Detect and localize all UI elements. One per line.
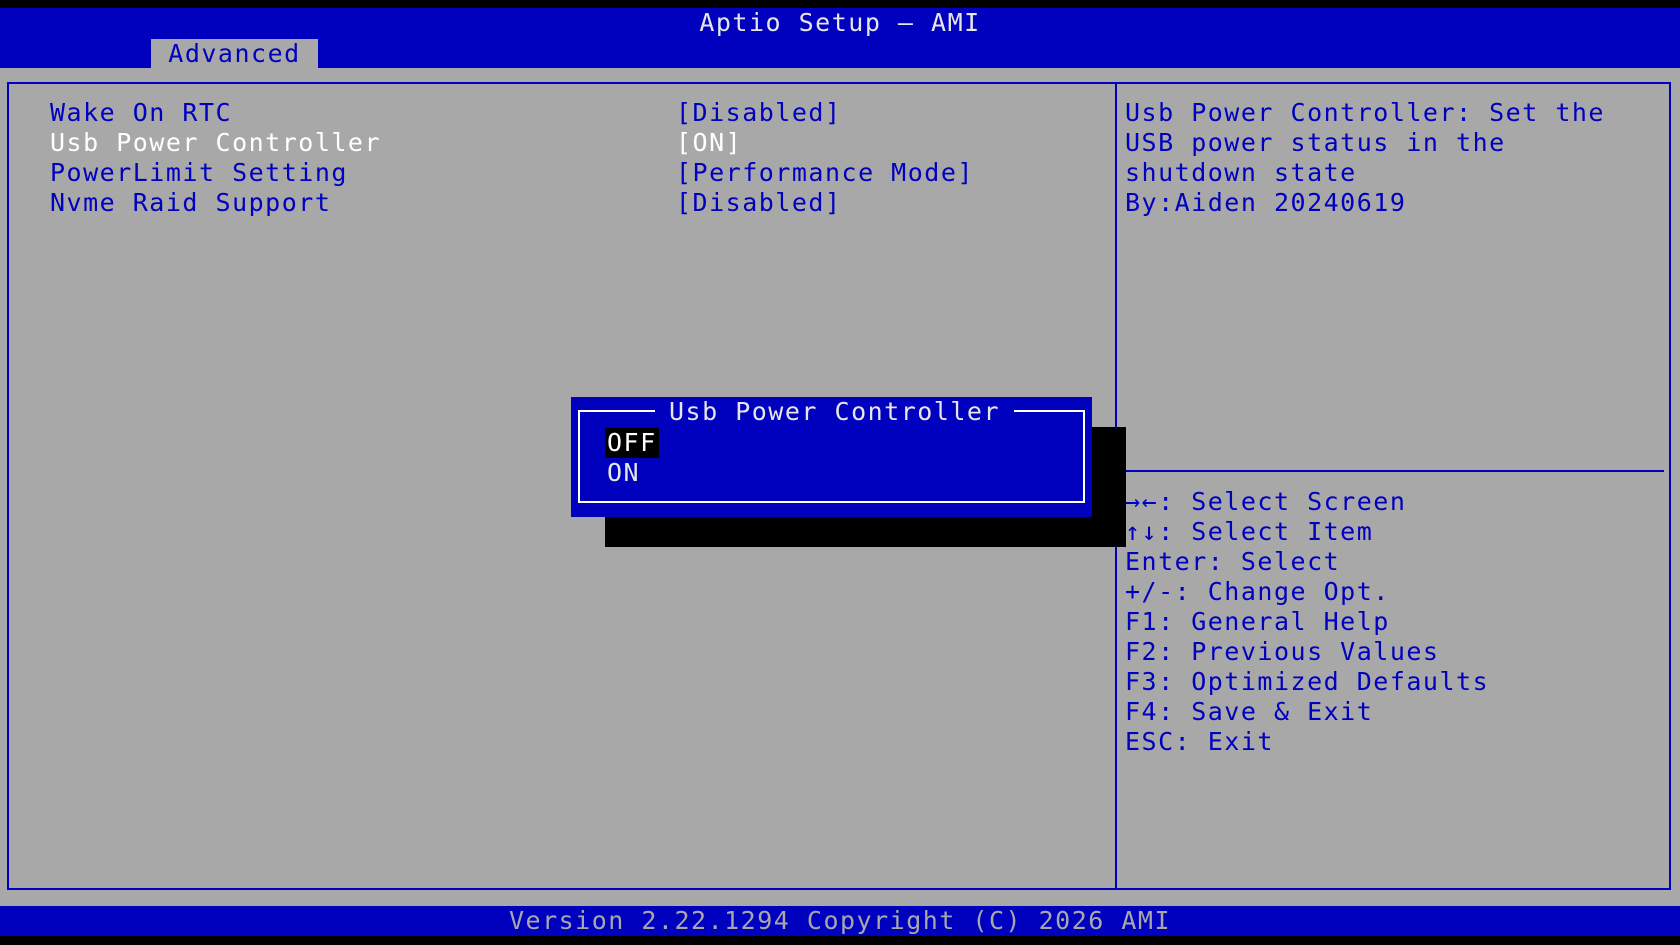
help-text-line: By:Aiden 20240619	[1125, 188, 1407, 217]
setting-powerlimit-label[interactable]: PowerLimit Setting	[50, 158, 348, 188]
help-text-line: Usb Power Controller: Set the	[1125, 98, 1605, 127]
setting-wake-on-rtc-value[interactable]: [Disabled]	[676, 98, 842, 128]
key-hint-f1: F1: General Help	[1125, 607, 1390, 636]
key-hint-enter: Enter: Select	[1125, 547, 1341, 576]
key-hint-select-item: ↑↓: Select Item	[1125, 517, 1374, 546]
setting-usb-power-controller-value[interactable]: [ON]	[676, 128, 742, 158]
setting-nvme-raid-value[interactable]: [Disabled]	[676, 188, 842, 218]
key-hint-f4: F4: Save & Exit	[1125, 697, 1374, 726]
app-title: Aptio Setup – AMI	[699, 8, 981, 37]
key-hint-esc: ESC: Exit	[1125, 727, 1274, 756]
help-text-line: shutdown state	[1125, 158, 1357, 187]
setting-usb-power-controller-label[interactable]: Usb Power Controller	[50, 128, 381, 158]
help-text-line: USB power status in the	[1125, 128, 1506, 157]
setting-wake-on-rtc-label[interactable]: Wake On RTC	[50, 98, 232, 128]
key-hint-change-opt: +/-: Change Opt.	[1125, 577, 1390, 606]
option-popup-title: Usb Power Controller	[655, 397, 1015, 427]
option-off[interactable]: OFF	[605, 428, 659, 458]
setting-nvme-raid-label[interactable]: Nvme Raid Support	[50, 188, 331, 218]
option-on[interactable]: ON	[605, 458, 642, 488]
help-divider	[1126, 470, 1664, 472]
key-hint-f3: F3: Optimized Defaults	[1125, 667, 1490, 696]
key-hint-select-screen: →←: Select Screen	[1125, 487, 1407, 516]
setting-powerlimit-value[interactable]: [Performance Mode]	[676, 158, 974, 188]
key-hint-f2: F2: Previous Values	[1125, 637, 1440, 666]
version-footer: Version 2.22.1294 Copyright (C) 2026 AMI	[508, 906, 1172, 935]
tab-advanced[interactable]: Advanced	[151, 39, 318, 68]
